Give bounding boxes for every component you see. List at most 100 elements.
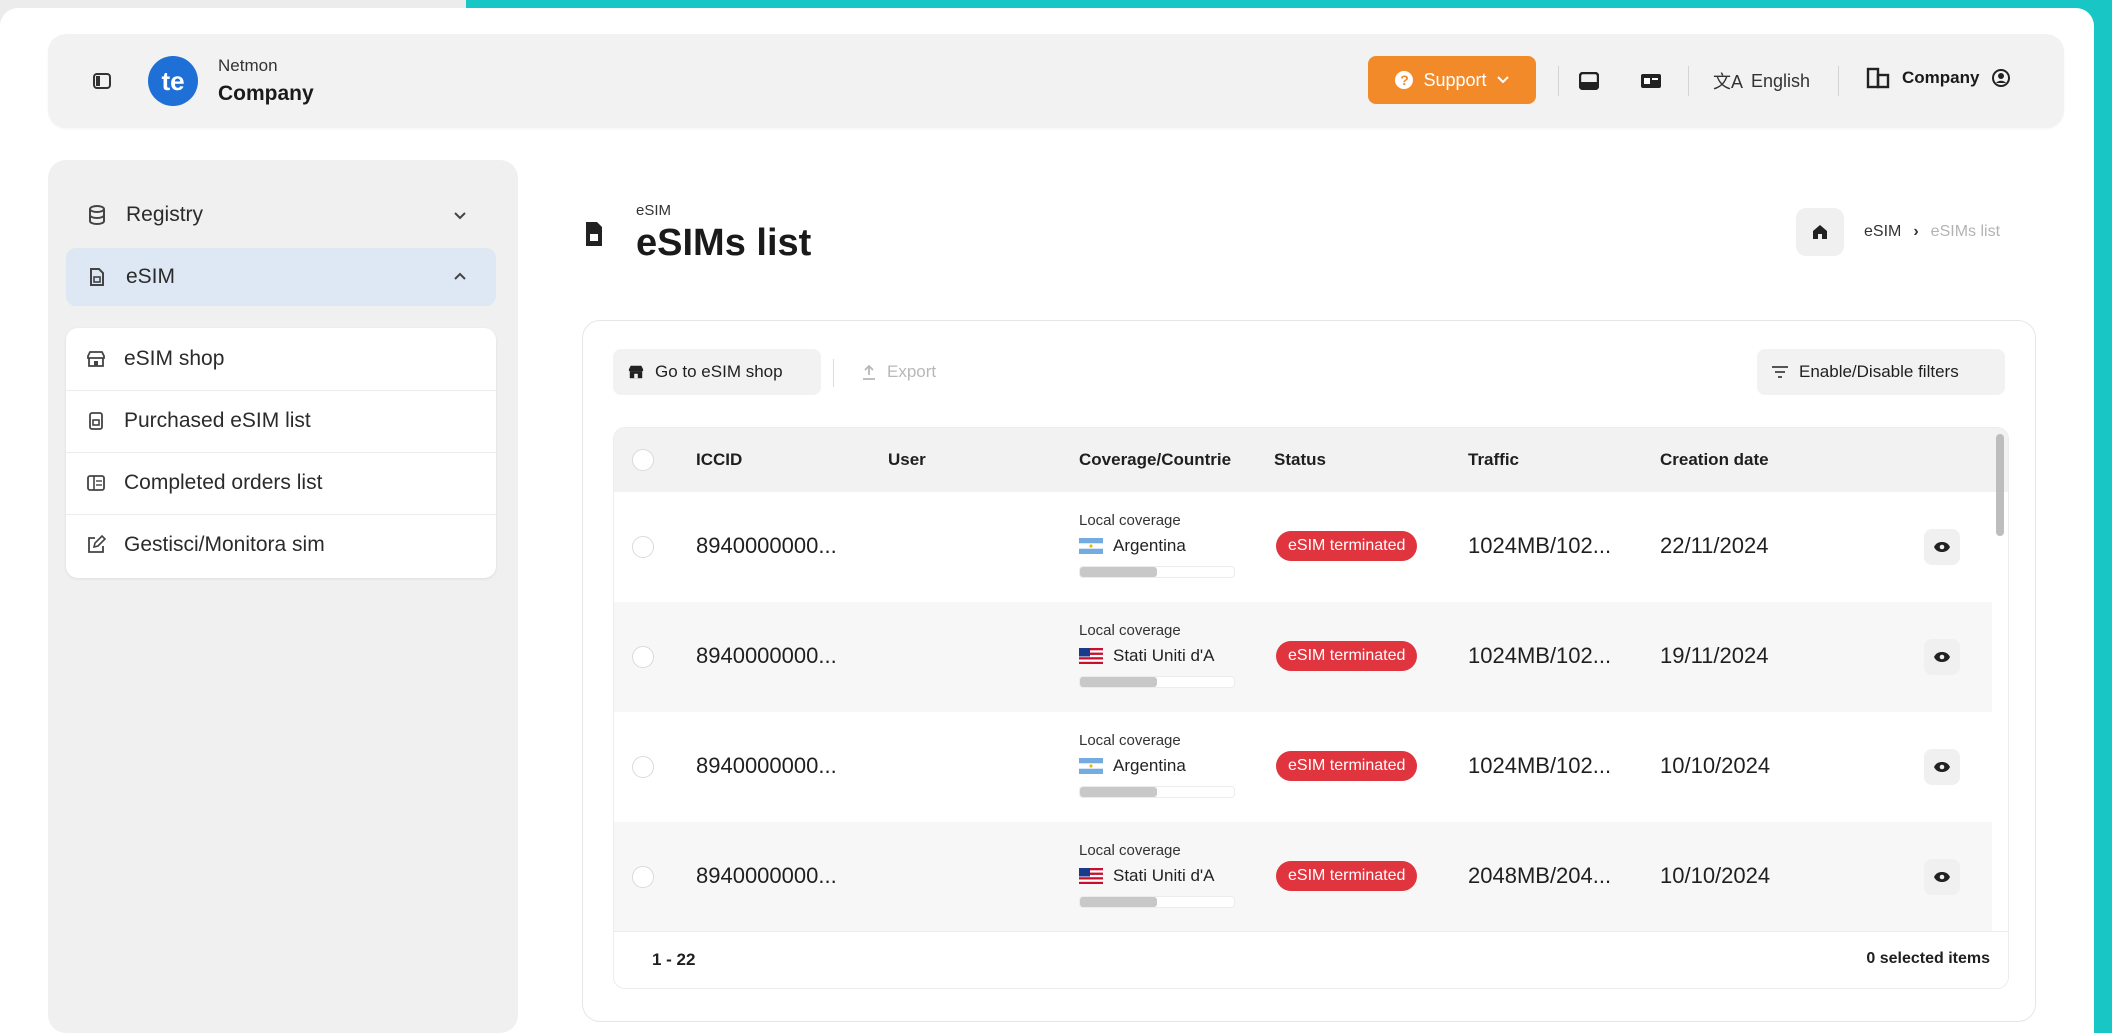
orders-icon xyxy=(86,473,106,493)
table-row[interactable]: 8940000000... Local coverage Stati Uniti… xyxy=(614,602,1992,712)
column-header-iccid[interactable]: ICCID xyxy=(696,450,742,470)
breadcrumb: eSIM › eSIMs list xyxy=(1796,208,2000,256)
column-header-user[interactable]: User xyxy=(888,450,926,470)
row-checkbox[interactable] xyxy=(632,646,654,668)
submenu-item-label: eSIM shop xyxy=(124,347,225,370)
language-selector[interactable]: 文A English xyxy=(1713,68,1810,94)
toolbar-divider xyxy=(833,359,834,387)
sidebar-item-registry[interactable]: Registry xyxy=(66,186,496,244)
coverage-country: Argentina xyxy=(1079,536,1186,556)
filters-label: Enable/Disable filters xyxy=(1799,362,1959,381)
breadcrumb-item[interactable]: eSIM xyxy=(1864,223,1901,241)
iccid-cell: 8940000000... xyxy=(696,643,837,668)
select-all-checkbox[interactable] xyxy=(632,449,654,471)
help-icon: ? xyxy=(1395,71,1414,89)
view-details-button[interactable] xyxy=(1924,639,1960,675)
table-footer: 1 - 22 0 selected items xyxy=(614,931,2008,988)
database-icon xyxy=(86,204,108,226)
usage-bar xyxy=(1079,896,1235,908)
sidebar-item-esim[interactable]: eSIM xyxy=(66,248,496,306)
usage-bar xyxy=(1079,566,1235,578)
creation-date-cell: 10/10/2024 xyxy=(1660,753,1771,778)
table-header: ICCID User Coverage/Countrie Status Traf… xyxy=(614,428,2008,492)
table-scrollbar[interactable] xyxy=(1996,434,2004,536)
table-row[interactable]: 8940000000... Local coverage Stati Uniti… xyxy=(614,822,1992,932)
status-badge: eSIM terminated xyxy=(1276,751,1418,781)
coverage-country: Stati Uniti d'A xyxy=(1079,646,1215,666)
top-header: te Netmon Company ? Support 文A English C… xyxy=(48,34,2064,128)
column-header-coverage[interactable]: Coverage/Countrie xyxy=(1079,450,1231,470)
card-icon[interactable] xyxy=(1638,68,1664,94)
submenu-item-label: Completed orders list xyxy=(124,471,323,494)
table-row[interactable]: 8940000000... Local coverage Argentina e… xyxy=(614,492,1992,602)
country-name: Stati Uniti d'A xyxy=(1113,646,1215,665)
enable-disable-filters-button[interactable]: Enable/Disable filters xyxy=(1757,349,2005,395)
column-header-traffic[interactable]: Traffic xyxy=(1468,450,1519,470)
submenu-item-label: Gestisci/Monitora sim xyxy=(124,533,325,556)
creation-date-cell: 10/10/2024 xyxy=(1660,863,1771,888)
user-circle-icon xyxy=(1992,69,2011,87)
breadcrumb-separator-icon: › xyxy=(1913,223,1919,240)
submenu-item-label: Purchased eSIM list xyxy=(124,409,311,432)
go-to-esim-shop-button[interactable]: Go to eSIM shop xyxy=(613,349,821,395)
country-name: Argentina xyxy=(1113,756,1186,775)
go-to-esim-shop-label: Go to eSIM shop xyxy=(655,362,783,381)
view-details-button[interactable] xyxy=(1924,749,1960,785)
support-label: Support xyxy=(1423,69,1487,90)
brand-subtitle: Netmon xyxy=(218,56,278,75)
submenu-item-purchased-esim-list[interactable]: Purchased eSIM list xyxy=(66,390,496,453)
submenu-item-completed-orders-list[interactable]: Completed orders list xyxy=(66,452,496,515)
country-name: Stati Uniti d'A xyxy=(1113,866,1215,885)
usage-bar-fill xyxy=(1080,787,1157,797)
building-icon xyxy=(1866,67,1890,89)
iccid-cell: 8940000000... xyxy=(696,533,837,558)
coverage-type: Local coverage xyxy=(1079,622,1181,639)
selected-count: 0 selected items xyxy=(1866,950,1990,967)
shop-icon xyxy=(628,365,644,379)
coverage-type: Local coverage xyxy=(1079,512,1181,529)
status-badge: eSIM terminated xyxy=(1276,531,1418,561)
flag-usa-icon xyxy=(1079,868,1103,884)
page-kicker: eSIM xyxy=(636,202,672,219)
export-label: Export xyxy=(887,362,937,381)
support-button[interactable]: ? Support xyxy=(1368,56,1536,104)
header-divider xyxy=(1558,66,1559,96)
inbox-icon[interactable] xyxy=(1576,68,1602,94)
shop-icon xyxy=(86,349,106,369)
table-row[interactable]: 8940000000... Local coverage Argentina e… xyxy=(614,712,1992,822)
view-details-button[interactable] xyxy=(1924,859,1960,895)
coverage-country: Argentina xyxy=(1079,756,1186,776)
eye-icon xyxy=(1934,872,1950,882)
export-button[interactable]: Export xyxy=(861,349,936,395)
header-divider xyxy=(1688,66,1689,96)
brand-title: Company xyxy=(218,82,314,105)
row-checkbox[interactable] xyxy=(632,866,654,888)
company-menu[interactable]: Company xyxy=(1866,67,2011,89)
row-checkbox[interactable] xyxy=(632,756,654,778)
column-header-status[interactable]: Status xyxy=(1274,450,1326,470)
chevron-down-icon xyxy=(1496,76,1509,84)
sim-card-icon xyxy=(586,222,602,246)
row-checkbox[interactable] xyxy=(632,536,654,558)
column-header-creation-date[interactable]: Creation date xyxy=(1660,450,1769,470)
flag-argentina-icon xyxy=(1079,758,1103,774)
coverage-type: Local coverage xyxy=(1079,732,1181,749)
submenu-item-esim-shop[interactable]: eSIM shop xyxy=(66,328,496,391)
usage-bar-fill xyxy=(1080,567,1157,577)
status-badge: eSIM terminated xyxy=(1276,641,1418,671)
flag-argentina-icon xyxy=(1079,538,1103,554)
traffic-cell: 1024MB/102... xyxy=(1468,643,1612,668)
usage-bar-fill xyxy=(1080,897,1157,907)
esim-submenu: eSIM shop Purchased eSIM list Completed … xyxy=(66,328,496,578)
home-button[interactable] xyxy=(1796,208,1844,256)
sidebar-toggle-icon[interactable] xyxy=(92,71,112,91)
view-details-button[interactable] xyxy=(1924,529,1960,565)
esim-table: ICCID User Coverage/Countrie Status Traf… xyxy=(613,427,2009,989)
pagination-range: 1 - 22 xyxy=(652,950,696,969)
submenu-item-gestisci-monitora-sim[interactable]: Gestisci/Monitora sim xyxy=(66,514,496,576)
company-logo: te xyxy=(148,56,198,106)
edit-icon xyxy=(86,535,106,555)
sidebar-item-label: eSIM xyxy=(126,265,176,288)
creation-date-cell: 22/11/2024 xyxy=(1660,533,1769,558)
sidebar-item-label: Registry xyxy=(126,203,204,226)
